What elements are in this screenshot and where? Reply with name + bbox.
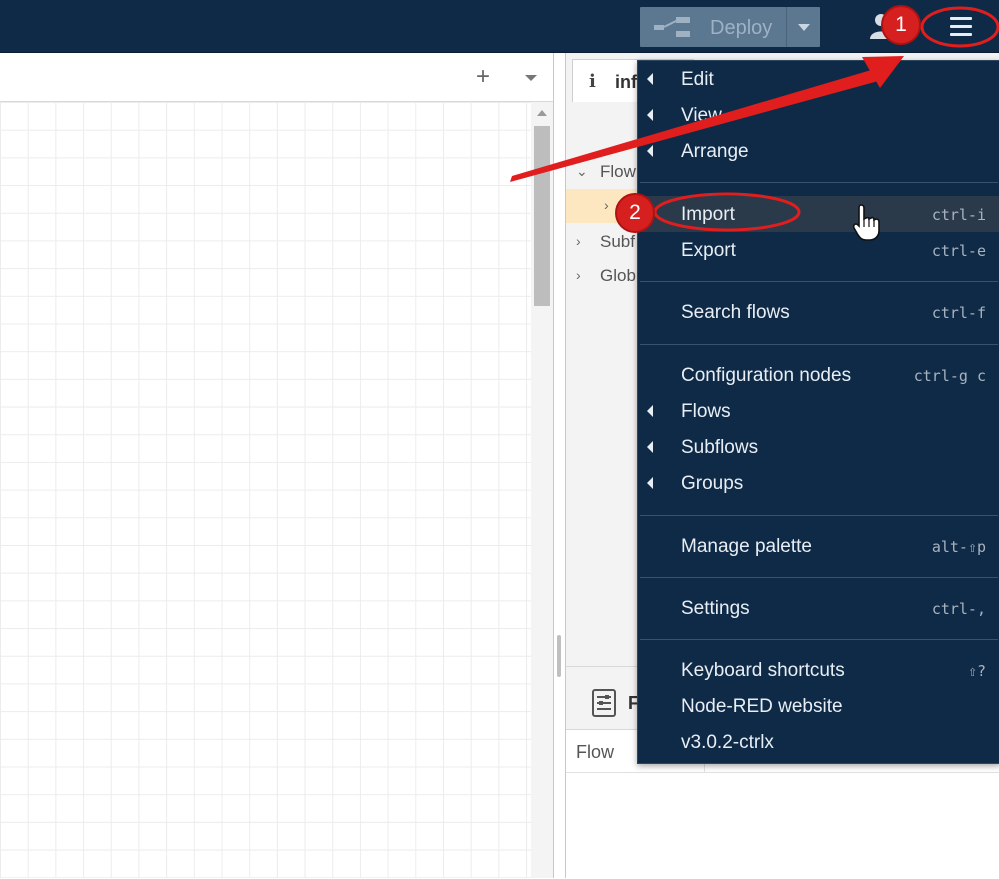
menu-item-version[interactable]: v3.0.2-ctrlx xyxy=(638,724,999,760)
menu-item-edit[interactable]: Edit xyxy=(638,61,999,97)
tab-info-label: inf xyxy=(615,72,637,92)
hand-pointer-icon xyxy=(852,204,880,241)
tree-label: Subf xyxy=(600,232,635,251)
tree-label: Glob xyxy=(600,266,636,285)
deploy-options-caret-icon[interactable] xyxy=(798,24,810,31)
menu-separator xyxy=(640,639,998,640)
menu-item-shortcut: ctrl-, xyxy=(931,600,986,618)
hamburger-menu-icon xyxy=(950,17,972,20)
property-key: Flow xyxy=(576,742,615,762)
menu-separator xyxy=(640,344,998,345)
menu-item-groups[interactable]: Groups xyxy=(638,465,999,501)
menu-item-label: Node-RED website xyxy=(681,696,843,717)
annotation-badge-2: 2 xyxy=(615,193,655,233)
submenu-arrow-icon xyxy=(647,73,653,85)
deploy-label: Deploy xyxy=(710,17,773,39)
submenu-arrow-icon xyxy=(647,109,653,121)
menu-item-label: Settings xyxy=(681,598,750,619)
menu-item-export[interactable]: Export ctrl-e xyxy=(638,232,999,268)
submenu-arrow-icon xyxy=(647,405,653,417)
menu-item-flows[interactable]: Flows xyxy=(638,393,999,429)
menu-item-label: Subflows xyxy=(681,437,759,458)
menu-item-label: Groups xyxy=(681,473,744,494)
menu-item-settings[interactable]: Settings ctrl-, xyxy=(638,590,999,626)
menu-item-label: Import xyxy=(681,204,735,225)
menu-item-node-red-website[interactable]: Node-RED website xyxy=(638,688,999,724)
chevron-down-icon[interactable] xyxy=(525,75,537,81)
hamburger-menu-icon-bar xyxy=(950,33,972,36)
menu-item-shortcut: alt-⇧p xyxy=(931,538,986,556)
scroll-up-icon[interactable] xyxy=(537,110,547,116)
deploy-button[interactable]: Deploy xyxy=(640,7,820,47)
menu-separator xyxy=(640,182,998,183)
menu-item-label: Export xyxy=(681,240,736,261)
chevron-right-icon: › xyxy=(576,233,581,249)
menu-separator xyxy=(640,281,998,282)
menu-item-view[interactable]: View xyxy=(638,97,999,133)
scrollbar-thumb[interactable] xyxy=(534,126,550,306)
deploy-divider xyxy=(786,7,787,47)
menu-item-shortcut: ctrl-i xyxy=(931,206,986,224)
chevron-right-icon: › xyxy=(604,197,609,213)
hamburger-menu-icon-bar xyxy=(950,25,972,28)
menu-separator xyxy=(640,515,998,516)
menu-item-configuration-nodes[interactable]: Configuration nodes ctrl-g c xyxy=(638,357,999,393)
properties-icon xyxy=(592,689,616,717)
menu-item-shortcut: ctrl-f xyxy=(931,304,986,322)
sidebar-resize-handle[interactable] xyxy=(557,635,561,677)
menu-item-subflows[interactable]: Subflows xyxy=(638,429,999,465)
menu-item-shortcut: ctrl-e xyxy=(931,242,986,260)
menu-item-import[interactable]: Import ctrl-i xyxy=(638,196,999,232)
menu-item-shortcut: ctrl-g c xyxy=(913,367,986,385)
flow-workspace: + xyxy=(0,53,554,878)
menu-item-label: Edit xyxy=(681,69,714,90)
chevron-down-icon: ⌄ xyxy=(576,163,588,179)
menu-item-label: Flows xyxy=(681,401,731,422)
menu-item-shortcut: ⇧? xyxy=(967,662,986,680)
main-menu-button[interactable] xyxy=(944,12,978,42)
main-menu-dropdown: Edit View Arrange Import ctrl-i Export c… xyxy=(637,60,999,764)
menu-item-search-flows[interactable]: Search flows ctrl-f xyxy=(638,294,999,330)
menu-item-label: Arrange xyxy=(681,141,749,162)
menu-item-label: Keyboard shortcuts xyxy=(681,660,845,681)
menu-item-label: Search flows xyxy=(681,302,790,323)
menu-item-arrange[interactable]: Arrange xyxy=(638,133,999,169)
annotation-badge-1: 1 xyxy=(881,5,921,45)
menu-item-label: Manage palette xyxy=(681,536,812,557)
submenu-arrow-icon xyxy=(647,441,653,453)
submenu-arrow-icon xyxy=(647,477,653,489)
workspace-tab-bar: + xyxy=(0,53,553,102)
menu-item-label: View xyxy=(681,105,722,126)
menu-item-label: v3.0.2-ctrlx xyxy=(681,732,774,753)
chevron-right-icon: › xyxy=(576,267,581,283)
add-flow-button[interactable]: + xyxy=(476,65,490,89)
menu-item-label: Configuration nodes xyxy=(681,365,852,386)
info-icon: i xyxy=(589,71,596,92)
menu-item-keyboard-shortcuts[interactable]: Keyboard shortcuts ⇧? xyxy=(638,652,999,688)
workspace-scrollbar[interactable] xyxy=(531,102,553,878)
tree-label: Flow xyxy=(600,162,636,181)
flow-canvas-grid[interactable] xyxy=(0,102,531,878)
header-bar: Deploy xyxy=(0,0,999,53)
menu-item-manage-palette[interactable]: Manage palette alt-⇧p xyxy=(638,528,999,564)
menu-separator xyxy=(640,577,998,578)
submenu-arrow-icon xyxy=(647,145,653,157)
deploy-flow-icon xyxy=(654,17,690,37)
